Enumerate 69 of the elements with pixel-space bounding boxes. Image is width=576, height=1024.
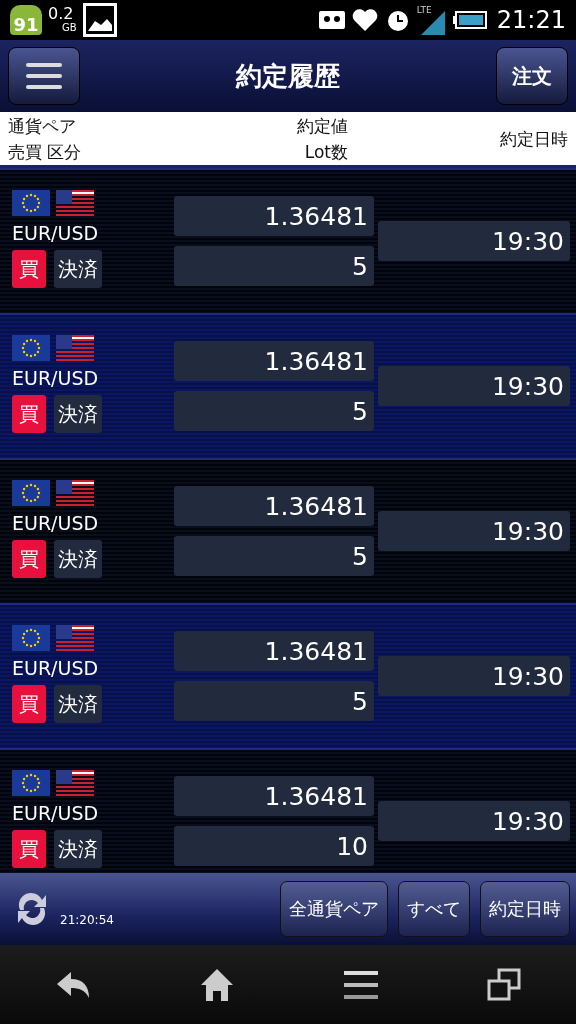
filter-button[interactable]: 全通貨ペア: [280, 881, 388, 937]
lots-cell: 10: [174, 826, 374, 866]
trade-row[interactable]: EUR/USD 買 決済 1.36481 5 19:30: [0, 313, 576, 458]
clock: 21:21: [496, 6, 566, 34]
order-button[interactable]: 注文: [496, 47, 568, 105]
time-cell: 19:30: [378, 511, 570, 551]
side-tag: 買: [12, 685, 46, 723]
time-cell: 19:30: [378, 221, 570, 261]
type-tag: 決済: [54, 685, 102, 723]
us-flag-icon: [56, 480, 94, 506]
eu-flag-icon: [12, 190, 50, 216]
recent-apps-icon[interactable]: [487, 967, 522, 1002]
memory-unit: GB: [62, 22, 77, 34]
side-tag: 買: [12, 540, 46, 578]
lots-cell: 5: [174, 391, 374, 431]
currency-pair: EUR/USD: [12, 367, 100, 389]
lots-cell: 5: [174, 536, 374, 576]
update-time: 21:20:54: [60, 913, 115, 927]
column-header: Lot数: [304, 140, 348, 164]
column-header: 約定値: [297, 114, 348, 138]
eu-flag-icon: [12, 770, 50, 796]
price-cell: 1.36481: [174, 196, 374, 236]
trade-row[interactable]: EUR/USD 買 決済 1.36481 10 19:30: [0, 748, 576, 873]
type-tag: 決済: [54, 250, 102, 288]
type-tag: 決済: [54, 395, 102, 433]
image-icon: [82, 3, 117, 37]
eu-flag-icon: [12, 480, 50, 506]
type-tag: 決済: [54, 540, 102, 578]
price-cell: 1.36481: [174, 776, 374, 816]
filter-button[interactable]: すべて: [398, 881, 470, 937]
column-header: 通貨ペア: [8, 114, 76, 138]
trade-row[interactable]: EUR/USD 買 決済 1.36481 5 19:30: [0, 168, 576, 313]
column-header: 約定日時: [500, 127, 568, 151]
heart-icon: [350, 7, 379, 33]
menu-icon[interactable]: [343, 970, 378, 999]
trade-row[interactable]: EUR/USD 買 決済 1.36481 5 19:30: [0, 458, 576, 603]
us-flag-icon: [56, 335, 94, 361]
side-tag: 買: [12, 830, 46, 868]
time-cell: 19:30: [378, 366, 570, 406]
us-flag-icon: [56, 625, 94, 651]
us-flag-icon: [56, 190, 94, 216]
memory-value: 0.2: [48, 6, 74, 22]
lots-cell: 5: [174, 246, 374, 286]
home-icon[interactable]: [200, 967, 235, 1002]
filter-button[interactable]: 約定日時: [480, 881, 570, 937]
currency-pair: EUR/USD: [12, 802, 100, 824]
lots-cell: 5: [174, 681, 374, 721]
menu-button[interactable]: [8, 47, 80, 105]
side-tag: 買: [12, 250, 46, 288]
us-flag-icon: [56, 770, 94, 796]
currency-pair: EUR/USD: [12, 512, 100, 534]
price-cell: 1.36481: [174, 486, 374, 526]
currency-pair: EUR/USD: [12, 222, 100, 244]
currency-pair: EUR/USD: [12, 657, 100, 679]
price-cell: 1.36481: [174, 341, 374, 381]
price-cell: 1.36481: [174, 631, 374, 671]
time-cell: 19:30: [378, 656, 570, 696]
android-icon: 91: [10, 5, 42, 35]
eu-flag-icon: [12, 335, 50, 361]
eu-flag-icon: [12, 625, 50, 651]
voicemail-icon: [318, 11, 345, 29]
battery-icon: [452, 11, 487, 29]
type-tag: 決済: [54, 830, 102, 868]
trade-row[interactable]: EUR/USD 買 決済 1.36481 5 19:30: [0, 603, 576, 748]
time-cell: 19:30: [378, 801, 570, 841]
column-header: 売買 区分: [8, 140, 82, 164]
side-tag: 買: [12, 395, 46, 433]
menu-icon: [26, 62, 62, 90]
screen-title: 約定履歴: [236, 59, 340, 93]
